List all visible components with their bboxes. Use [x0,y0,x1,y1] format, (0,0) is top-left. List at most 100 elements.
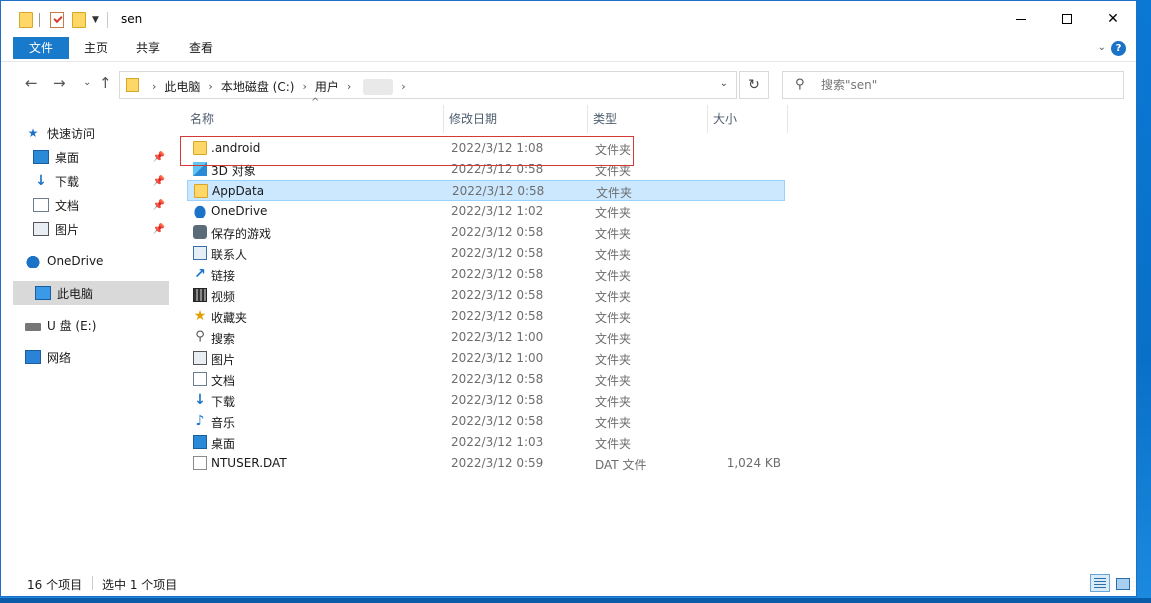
tab-share[interactable]: 共享 [131,37,165,59]
file-date: 2022/3/12 0:58 [451,309,544,323]
tab-file[interactable]: 文件 [13,37,69,59]
chevron-right-icon[interactable]: › [401,80,405,93]
file-row[interactable]: 图片 2022/3/12 1:00 文件夹 [187,348,785,369]
breadcrumb-user-redacted[interactable] [363,78,394,95]
nav-quick-access[interactable]: ★ 快速访问 [25,121,169,145]
taskbar [0,598,1151,603]
maximize-button[interactable] [1044,1,1090,37]
picture-icon [33,222,49,236]
nav-item-desktop[interactable]: 桌面 📌 [33,145,169,169]
details-view-button[interactable] [1090,574,1110,592]
file-date: 2022/3/12 0:58 [451,288,544,302]
file-row[interactable]: 视频 2022/3/12 0:58 文件夹 [187,285,785,306]
computer-icon [35,286,51,300]
file-name: NTUSER.DAT [211,456,287,470]
forward-button[interactable]: → [53,74,66,92]
file-date: 2022/3/12 0:58 [452,184,545,198]
column-date[interactable]: 修改日期 [446,105,588,133]
chevron-right-icon[interactable]: › [347,80,351,93]
tab-view[interactable]: 查看 [184,37,218,59]
new-folder-icon[interactable] [72,12,86,28]
breadcrumb-users[interactable]: 用户 [315,78,339,95]
search-input[interactable] [821,76,1111,94]
tab-home[interactable]: 主页 [79,37,113,59]
nav-label: 图片 [55,222,80,237]
file-row[interactable]: 桌面 2022/3/12 1:03 文件夹 [187,432,785,453]
cloud-icon [193,204,207,218]
documents-icon [193,372,207,386]
file-name: 收藏夹 [211,311,248,325]
pin-icon: 📌 [152,151,165,163]
usb-drive-icon [25,323,41,331]
title-bar[interactable]: ▼ sen ✕ [1,1,1136,37]
nav-item-onedrive[interactable]: OneDrive [25,249,169,273]
file-row[interactable]: 联系人 2022/3/12 0:58 文件夹 [187,243,785,264]
chevron-right-icon[interactable]: › [208,80,212,93]
chevron-right-icon[interactable]: › [152,80,156,93]
close-button[interactable]: ✕ [1090,1,1136,37]
column-name[interactable]: 名称 [187,105,444,133]
file-date: 2022/3/12 1:00 [451,330,544,344]
breadcrumb-this-pc[interactable]: 此电脑 [164,78,200,95]
nav-item-documents[interactable]: 文档 📌 [33,193,169,217]
file-row[interactable]: 3D 对象 2022/3/12 0:58 文件夹 [187,159,785,180]
file-name: 音乐 [211,416,236,430]
expand-ribbon-icon[interactable]: ⌄ [1098,42,1106,53]
back-button[interactable]: ← [25,74,38,92]
file-icon [193,456,207,470]
file-row[interactable]: OneDrive 2022/3/12 1:02 文件夹 [187,201,785,222]
breadcrumb-local-disk[interactable]: 本地磁盘 (C:) [221,78,295,95]
nav-item-pictures[interactable]: 图片 📌 [33,217,169,241]
file-row[interactable]: 文档 2022/3/12 0:58 文件夹 [187,369,785,390]
file-row[interactable]: ⚲ 搜索 2022/3/12 1:00 文件夹 [187,327,785,348]
window-title: sen [121,12,143,26]
pictures-icon [193,351,207,365]
search-box[interactable]: ⚲ [782,71,1124,99]
file-type: 文件夹 [595,416,632,430]
explorer-window: ▼ sen ✕ 文件 主页 共享 查看 ⌄ ? ← → ⌄ ↑ › 此电脑 › … [0,0,1137,597]
up-button[interactable]: ↑ [99,74,112,92]
minimize-button[interactable] [998,1,1044,37]
file-type: 文件夹 [595,437,632,451]
nav-item-downloads[interactable]: ↓ 下载 📌 [33,169,169,193]
file-type: 文件夹 [595,269,632,283]
recent-locations-button[interactable]: ⌄ [83,77,91,88]
breadcrumb: › 此电脑 › 本地磁盘 (C:) › 用户 › › [144,78,414,95]
nav-item-usb-drive[interactable]: U 盘 (E:) [25,313,169,337]
file-name: 视频 [211,290,236,304]
help-icon[interactable]: ? [1111,41,1126,56]
file-row[interactable]: 保存的游戏 2022/3/12 0:58 文件夹 [187,222,785,243]
nav-item-network[interactable]: 网络 [25,345,169,369]
file-row[interactable]: ♪ 音乐 2022/3/12 0:58 文件夹 [187,411,785,432]
file-row[interactable]: AppData 2022/3/12 0:58 文件夹 [187,180,785,201]
nav-item-this-pc[interactable]: 此电脑 [13,281,169,305]
nav-label: OneDrive [47,254,104,268]
file-row[interactable]: ↗ 链接 2022/3/12 0:58 文件夹 [187,264,785,285]
file-name: 保存的游戏 [211,227,272,241]
window-controls: ✕ [998,1,1136,37]
address-dropdown-icon[interactable]: ⌄ [720,78,728,89]
cloud-icon [25,254,41,268]
file-date: 2022/3/12 0:58 [451,393,544,407]
file-name: .android [211,141,261,155]
close-icon: ✕ [1107,11,1119,27]
file-date: 2022/3/12 1:03 [451,435,544,449]
refresh-button[interactable]: ↻ [739,71,769,99]
nav-label: U 盘 (E:) [47,318,97,333]
folder-icon [126,78,139,92]
maximize-icon [1062,14,1072,24]
customize-toolbar-icon[interactable]: ▼ [92,15,99,25]
chevron-right-icon[interactable]: › [302,80,306,93]
file-row[interactable]: .android 2022/3/12 1:08 文件夹 [187,138,785,159]
large-icons-view-button[interactable] [1112,574,1132,592]
file-row[interactable]: ★ 收藏夹 2022/3/12 0:58 文件夹 [187,306,785,327]
file-type: 文件夹 [595,248,632,262]
column-type[interactable]: 类型 [590,105,708,133]
column-size[interactable]: 大小 [710,105,788,133]
properties-icon[interactable] [50,12,64,28]
file-row[interactable]: ↓ 下载 2022/3/12 0:58 文件夹 [187,390,785,411]
folder-icon [193,141,207,155]
video-icon [193,288,207,302]
file-row[interactable]: NTUSER.DAT 2022/3/12 0:59 DAT 文件 1,024 KB [187,453,785,474]
address-bar[interactable]: › 此电脑 › 本地磁盘 (C:) › 用户 › › ⌄ [119,71,737,99]
